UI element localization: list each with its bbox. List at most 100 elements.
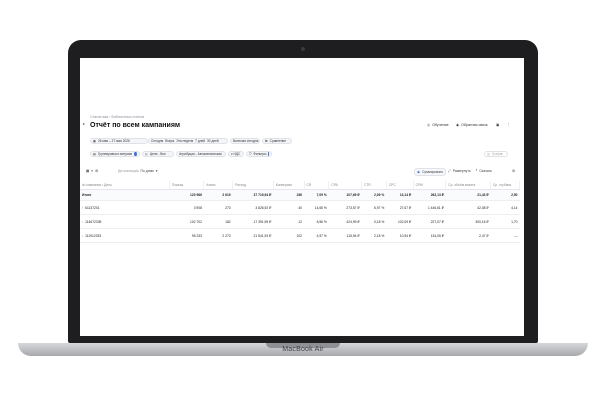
table-header-row: № кампании • День Показы Клики Расход Конвер… bbox=[80, 181, 520, 190]
column-header[interactable]: CPM bbox=[413, 181, 447, 190]
expand-row-icon[interactable]: › bbox=[82, 234, 83, 238]
filters-label: Фильтры bbox=[253, 152, 267, 156]
detail-select[interactable]: Детализация По дням ▾ bbox=[118, 168, 157, 174]
column-header[interactable]: Клики bbox=[203, 181, 234, 190]
settings-button[interactable]: ▣ bbox=[496, 121, 499, 129]
total-cell: 21,43 ₽ bbox=[445, 189, 491, 201]
grid-icon: ▤ bbox=[93, 152, 97, 156]
quick-period-group[interactable]: Сегодня Вчера Эта неделя 7 дней 30 дней bbox=[148, 138, 228, 144]
period-yesterday[interactable]: Вчера bbox=[165, 139, 174, 143]
metric-cell: 40 bbox=[273, 200, 305, 215]
metric-cell: 2 273 bbox=[203, 228, 233, 243]
metric-cell: 6,97 % bbox=[361, 200, 387, 215]
column-header[interactable]: Ср. глубина bbox=[490, 181, 520, 190]
stats-table: № кампании • День Показы Клики Расход Конвер… bbox=[80, 181, 520, 243]
expand-button[interactable]: ⤢ Развернуть bbox=[448, 168, 471, 174]
column-header[interactable]: Показы bbox=[169, 181, 205, 190]
attribution-select[interactable]: Атрибуция - Автоматическая bbox=[176, 151, 226, 157]
metric-cell: 4,14 bbox=[490, 200, 520, 215]
feedback-button[interactable]: ◉ Обратная связь bbox=[456, 121, 488, 129]
campaign-id-cell: › 114672335 bbox=[80, 214, 170, 229]
column-header[interactable]: CPA bbox=[328, 181, 363, 190]
sidebar-toggle-icon[interactable]: ▸ bbox=[83, 121, 85, 126]
camera-icon bbox=[301, 47, 305, 51]
column-header[interactable]: № кампании • День bbox=[80, 181, 170, 190]
metric-cell: 95 233 bbox=[169, 228, 204, 243]
table-row[interactable]: › 114672335 102 702 182 17 391,99 ₽12 6,56 % 4… bbox=[80, 214, 520, 229]
metric-cell: 12 bbox=[273, 214, 305, 229]
vat-select[interactable]: с НДС bbox=[228, 151, 244, 157]
expand-row-icon[interactable]: › bbox=[82, 220, 83, 224]
breadcrumb[interactable]: Статистика › Библиотека отчётов bbox=[90, 115, 144, 119]
table-view-controls[interactable]: ▦ ≡ ⊞ bbox=[86, 168, 98, 174]
column-view-icon[interactable]: ⊞ bbox=[95, 169, 98, 173]
screen: ▸ Статистика › Библиотека отчётов Отчёт … bbox=[80, 58, 524, 336]
metric-cell: 4,97 % bbox=[304, 228, 329, 243]
list-view-icon[interactable]: ≡ bbox=[91, 169, 93, 173]
metric-cell: 300,16 ₽ bbox=[445, 214, 491, 229]
detail-value: По дням bbox=[140, 169, 154, 173]
campaign-id[interactable]: 111912333 bbox=[85, 234, 101, 238]
column-header[interactable]: Расход bbox=[232, 181, 274, 190]
column-header[interactable]: Конверсии bbox=[273, 181, 305, 190]
period-week[interactable]: Эта неделя bbox=[176, 139, 193, 143]
period-7days[interactable]: 7 дней bbox=[195, 139, 205, 143]
include-today-toggle[interactable]: Включая сегодня bbox=[230, 138, 260, 144]
date-range-picker[interactable]: ▦ 26 мая – 27 мая 2026 bbox=[90, 138, 148, 144]
metric-cell: 273 bbox=[203, 200, 233, 215]
count-badge bbox=[134, 152, 137, 156]
column-header[interactable]: CPC bbox=[386, 181, 414, 190]
metric-cell: 182 bbox=[203, 214, 233, 229]
metric-cell: 1,70 bbox=[490, 214, 520, 229]
calendar-icon: ▦ bbox=[93, 139, 97, 143]
chart-button[interactable]: ▥ График bbox=[484, 151, 508, 157]
more-button[interactable]: ⋮ bbox=[507, 121, 511, 129]
expand-row-icon[interactable]: › bbox=[82, 206, 83, 210]
download-label: Скачать bbox=[479, 169, 492, 173]
sum-button[interactable]: ◉ Суммировать bbox=[414, 168, 447, 176]
metric-cell: 21 541,93 ₽ bbox=[232, 228, 274, 243]
date-range-label: 26 мая – 27 мая 2026 bbox=[98, 139, 130, 143]
metric-cell: 424,99 ₽ bbox=[328, 214, 362, 229]
total-cell: 37 719,94 ₽ bbox=[232, 189, 274, 201]
download-button[interactable]: ⭳ Скачать bbox=[476, 168, 492, 174]
grouping-label: Группировка и метрики bbox=[98, 152, 133, 156]
compare-toggle[interactable]: ⇆ Сравнение bbox=[262, 138, 292, 144]
column-header[interactable]: Ср. объём визита bbox=[445, 181, 492, 190]
sum-label: Суммировать bbox=[421, 170, 444, 174]
device-brand: MacBook Air bbox=[282, 346, 324, 353]
table-row[interactable]: › 61137201 3 908 273 3 826,92 ₽40 14,65 % 273,… bbox=[80, 200, 520, 215]
learn-button[interactable]: ◎ Обучение bbox=[427, 121, 449, 129]
filters-button[interactable]: ⛉ Фильтры bbox=[246, 151, 272, 157]
metric-cell: 3 826,92 ₽ bbox=[232, 200, 274, 215]
metric-cell: 10,94 ₽ bbox=[386, 228, 414, 243]
metric-cell: 14,65 % bbox=[304, 200, 329, 215]
goals-label: Цели - Все bbox=[149, 152, 166, 156]
attribution-label: Атрибуция - Автоматическая bbox=[179, 152, 222, 156]
settings-icon[interactable]: ⚙ bbox=[512, 168, 515, 174]
total-cell: 156 bbox=[273, 189, 305, 201]
detail-label: Детализация bbox=[118, 169, 139, 173]
total-cell: 13,14 ₽ bbox=[386, 189, 414, 201]
compare-icon: ⇆ bbox=[265, 139, 268, 143]
feedback-label: Обратная связь bbox=[461, 123, 488, 127]
campaign-id[interactable]: 61137201 bbox=[85, 206, 99, 210]
metric-cell: 134,05 ₽ bbox=[413, 228, 446, 243]
total-cell: 7,09 % bbox=[304, 189, 329, 201]
period-30days[interactable]: 30 дней bbox=[207, 139, 219, 143]
metric-cell: 42,08 ₽ bbox=[445, 200, 491, 215]
expand-icon: ⤢ bbox=[448, 169, 451, 173]
info-icon: ◎ bbox=[427, 123, 431, 127]
period-today[interactable]: Сегодня bbox=[151, 139, 163, 143]
table-row[interactable]: › 111912333 95 233 2 273 21 541,93 ₽102 4,97 … bbox=[80, 228, 520, 243]
learn-label: Обучение bbox=[432, 123, 449, 127]
page-title: Отчёт по всем кампаниям bbox=[90, 122, 181, 129]
grouping-button[interactable]: ▤ Группировка и метрики bbox=[90, 151, 140, 157]
goals-select[interactable]: ◎ Цели - Все bbox=[142, 151, 174, 157]
campaign-id[interactable]: 114672335 bbox=[85, 220, 101, 224]
table-view-icon[interactable]: ▦ bbox=[86, 169, 89, 173]
filter-count-badge bbox=[268, 152, 269, 156]
column-header[interactable]: CTR bbox=[361, 181, 387, 190]
total-cell: 2,09 % bbox=[361, 189, 387, 201]
column-header[interactable]: CR bbox=[304, 181, 330, 190]
